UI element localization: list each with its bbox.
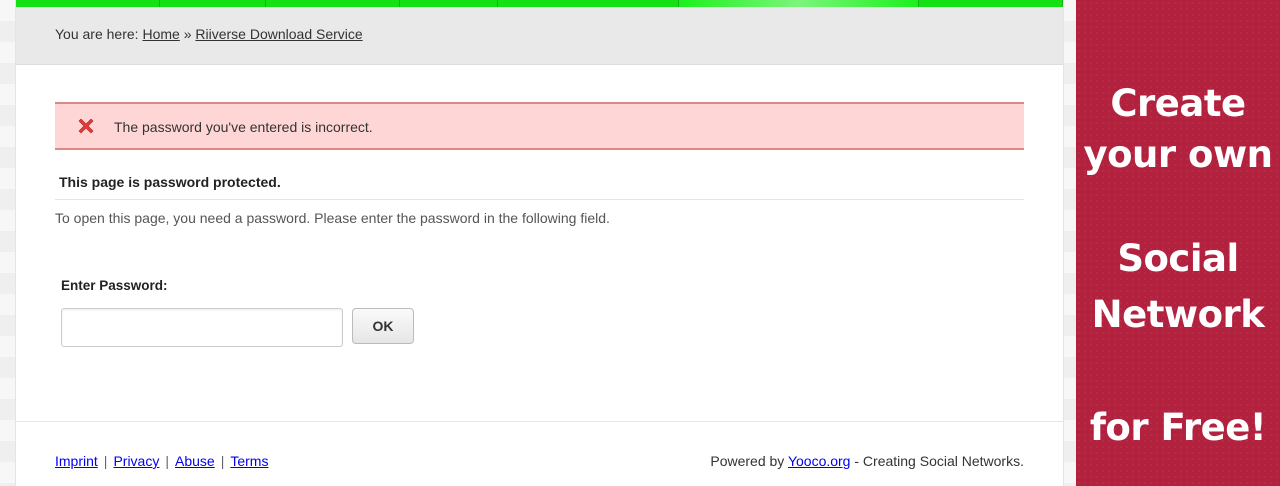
breadcrumb: You are here: Home » Riiverse Download S… xyxy=(55,26,363,42)
ad-line: Network xyxy=(1091,293,1265,336)
powered-prefix: Powered by xyxy=(710,453,788,469)
nav-item[interactable] xyxy=(16,0,160,7)
nav-item[interactable] xyxy=(919,0,1063,7)
ad-line: your own xyxy=(1083,133,1273,176)
footer-link-privacy[interactable]: Privacy xyxy=(113,453,159,469)
close-x-icon xyxy=(78,118,94,134)
protection-title: This page is password protected. xyxy=(59,174,281,190)
nav-item-active[interactable] xyxy=(679,0,919,7)
footer-link-imprint[interactable]: Imprint xyxy=(55,453,98,469)
top-navigation xyxy=(16,0,1063,7)
protection-description: To open this page, you need a password. … xyxy=(55,210,610,226)
error-message: The password you've entered is incorrect… xyxy=(114,119,373,135)
password-input[interactable] xyxy=(61,308,343,347)
ok-button[interactable]: OK xyxy=(352,308,414,344)
footer-link-terms[interactable]: Terms xyxy=(230,453,268,469)
breadcrumb-current-link[interactable]: Riiverse Download Service xyxy=(195,26,362,42)
ad-line: Social xyxy=(1117,237,1239,280)
nav-item[interactable] xyxy=(498,0,679,7)
breadcrumb-bar: You are here: Home » Riiverse Download S… xyxy=(16,7,1063,65)
nav-item[interactable] xyxy=(160,0,266,7)
footer-link-abuse[interactable]: Abuse xyxy=(175,453,215,469)
ad-banner[interactable]: Create your own Social Network for Free! xyxy=(1076,0,1280,486)
breadcrumb-prefix: You are here: xyxy=(55,26,143,42)
divider xyxy=(55,199,1024,200)
nav-item[interactable] xyxy=(400,0,498,7)
yooco-link[interactable]: Yooco.org xyxy=(788,453,851,469)
footer-separator: | xyxy=(165,453,169,469)
nav-item[interactable] xyxy=(266,0,400,7)
main-content: You are here: Home » Riiverse Download S… xyxy=(15,0,1064,486)
powered-suffix: - Creating Social Networks. xyxy=(850,453,1024,469)
footer-separator: | xyxy=(103,453,108,469)
error-alert: The password you've entered is incorrect… xyxy=(55,102,1024,150)
footer-divider xyxy=(16,421,1063,422)
ad-line: Create xyxy=(1110,82,1246,125)
footer-links: Imprint | Privacy | Abuse | Terms xyxy=(55,453,268,469)
powered-by: Powered by Yooco.org - Creating Social N… xyxy=(710,453,1024,469)
password-label: Enter Password: xyxy=(61,278,168,293)
breadcrumb-home-link[interactable]: Home xyxy=(142,26,179,42)
footer-separator: | xyxy=(220,453,225,469)
ad-line: for Free! xyxy=(1089,406,1267,449)
breadcrumb-separator: » xyxy=(179,26,196,42)
